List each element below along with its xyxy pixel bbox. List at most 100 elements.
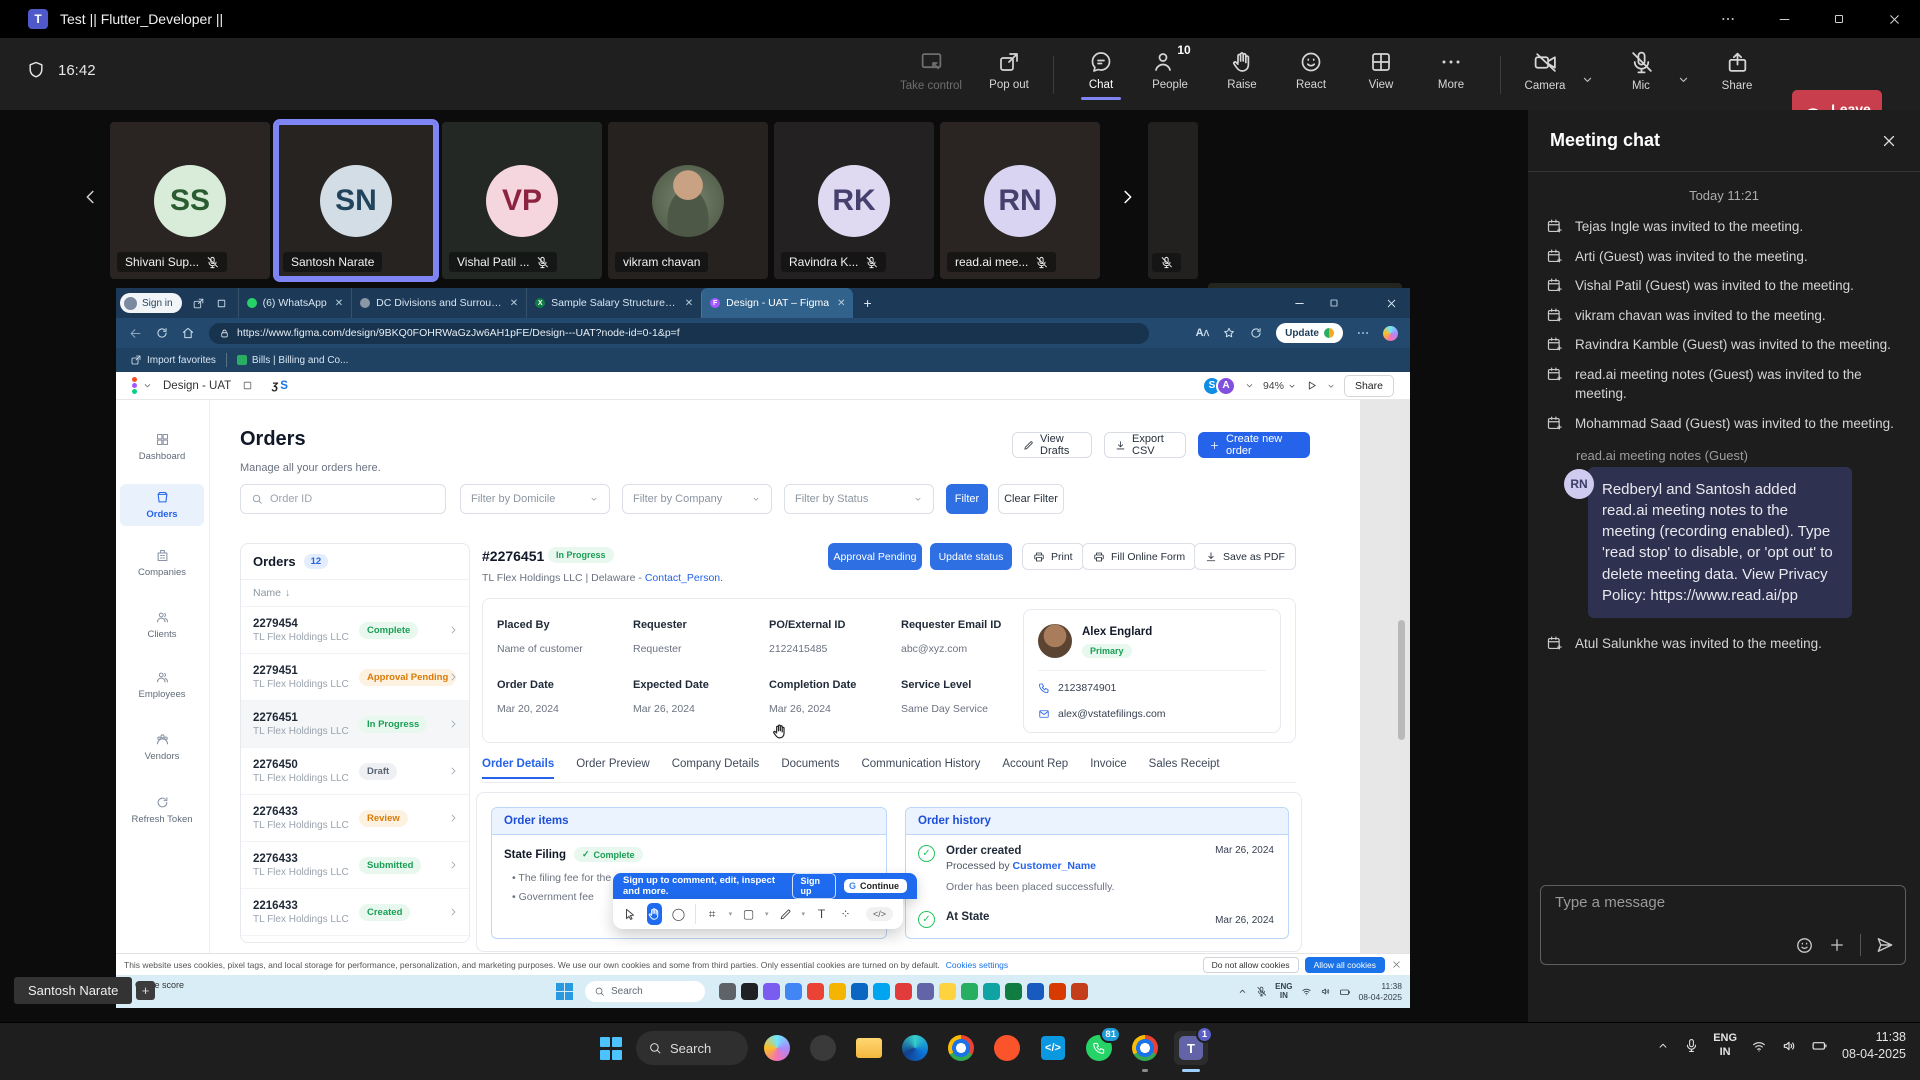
browser-maximize-icon[interactable] (1328, 297, 1340, 309)
volume-icon[interactable] (1781, 1038, 1797, 1054)
chat-message-list[interactable]: Today 11:21 Tejas Ingle was invited to t… (1528, 180, 1920, 880)
create-new-order-button[interactable]: Create new order (1198, 432, 1310, 458)
language-indicator[interactable]: ENGIN (1275, 983, 1292, 1001)
update-status-button[interactable]: Update status (930, 543, 1012, 570)
shared-app-icon[interactable] (1071, 983, 1088, 1000)
export-csv-button[interactable]: Export CSV (1104, 432, 1186, 458)
more-button[interactable]: More (1414, 50, 1488, 91)
chrome-2-icon[interactable] (1128, 1031, 1162, 1065)
clear-filter-button[interactable]: Clear Filter (998, 484, 1064, 514)
order-row[interactable]: 2276451 TL Flex Holdings LLC In Progress (241, 701, 469, 748)
comment-tool-icon[interactable]: ◯ (671, 903, 686, 925)
shared-app-icon[interactable] (785, 983, 802, 1000)
browser-tab[interactable]: F Design - UAT – Figma ✕ (701, 288, 853, 318)
tray-chevron-icon[interactable] (1237, 986, 1248, 997)
approval-pending-button[interactable]: Approval Pending (828, 543, 922, 570)
shared-search-box[interactable]: Search (585, 981, 705, 1002)
url-field[interactable]: https://www.figma.com/design/9BKQ0FOHRWa… (209, 323, 1149, 344)
browser-signin-button[interactable]: Sign in (120, 293, 182, 313)
back-icon[interactable] (128, 326, 143, 341)
view-drafts-button[interactable]: View Drafts (1012, 432, 1092, 458)
shared-app-icon[interactable] (961, 983, 978, 1000)
scroll-right-button[interactable] (1116, 186, 1138, 213)
settings-more-icon[interactable] (1356, 326, 1370, 340)
tab-close-icon[interactable]: ✕ (837, 298, 845, 309)
present-play-icon[interactable] (1305, 379, 1318, 392)
window-more-icon[interactable] (1705, 0, 1751, 38)
home-icon[interactable] (181, 326, 195, 340)
mic-options-chevron-icon[interactable] (1676, 72, 1691, 92)
shield-app-icon[interactable] (806, 1031, 840, 1065)
cookie-close-icon[interactable] (1391, 959, 1402, 970)
sidebar-item-orders[interactable]: Orders (120, 484, 204, 526)
vscode-icon[interactable]: </> (1036, 1031, 1070, 1065)
window-maximize-icon[interactable] (1816, 0, 1862, 38)
shared-app-icon[interactable] (917, 983, 934, 1000)
brave-icon[interactable] (990, 1031, 1024, 1065)
whatsapp-icon[interactable]: 81 (1082, 1031, 1116, 1065)
workspaces-icon[interactable] (192, 297, 205, 310)
move-tool-icon[interactable] (623, 903, 638, 925)
sign-up-button[interactable]: Sign up (792, 873, 836, 899)
detail-tab[interactable]: Order Details (482, 758, 554, 779)
refresh-icon[interactable] (155, 326, 169, 340)
customer-name-link[interactable]: Customer_Name (1013, 860, 1096, 872)
shared-app-icon[interactable] (851, 983, 868, 1000)
volume-icon[interactable] (1320, 986, 1331, 997)
read-aloud-icon[interactable]: Aᐱ (1196, 327, 1209, 339)
language-indicator[interactable]: ENGIN (1713, 1032, 1737, 1060)
sidebar-item-companies[interactable]: Companies (120, 548, 204, 578)
scroll-left-button[interactable] (80, 186, 102, 213)
sidebar-item-clients[interactable]: Clients (120, 610, 204, 640)
chat-close-icon[interactable] (1880, 132, 1898, 150)
view-button[interactable]: View (1344, 50, 1418, 91)
zoom-select[interactable]: 94% (1263, 380, 1297, 392)
filter-status-select[interactable]: Filter by Status (784, 484, 934, 514)
order-id-search[interactable] (240, 484, 446, 514)
shared-app-icon[interactable] (895, 983, 912, 1000)
chat-button[interactable]: Chat (1064, 50, 1138, 100)
take-control-button[interactable]: Take control (894, 50, 968, 92)
attach-plus-icon[interactable] (1828, 936, 1846, 954)
print-button[interactable]: Print (1022, 543, 1084, 570)
shared-app-icon[interactable] (1049, 983, 1066, 1000)
browser-close-icon[interactable] (1385, 297, 1398, 310)
contact-email[interactable]: alex@vstatefilings.com (1038, 708, 1166, 720)
new-tab-button[interactable]: + (863, 295, 871, 311)
save-as-pdf-button[interactable]: Save as PDF (1194, 543, 1296, 570)
name-column-header[interactable]: Name↓ (241, 580, 469, 607)
shared-app-icon[interactable] (983, 983, 1000, 1000)
taskbar-clock[interactable]: 11:3808-04-2025 (1842, 1029, 1906, 1063)
tab-close-icon[interactable]: ✕ (510, 298, 518, 309)
detail-tab[interactable]: Account Rep (1002, 758, 1068, 779)
detail-tab[interactable]: Sales Receipt (1149, 758, 1220, 779)
text-tool-icon[interactable]: T (814, 903, 829, 925)
detail-tab[interactable]: Order Preview (576, 758, 650, 779)
filter-button[interactable]: Filter (946, 484, 988, 514)
browser-tab[interactable]: X Sample Salary Structure with calc ✕ (526, 288, 701, 318)
copilot-icon[interactable] (760, 1031, 794, 1065)
pages-icon[interactable] (241, 379, 254, 392)
wifi-icon[interactable] (1301, 986, 1312, 997)
hand-tool-icon[interactable] (647, 903, 662, 925)
teams-icon[interactable]: T 1 (1174, 1031, 1208, 1065)
canvas-scrollbar[interactable] (1398, 620, 1405, 740)
avatars-chevron-icon[interactable] (1244, 380, 1255, 391)
sidebar-item-employees[interactable]: Employees (120, 670, 204, 700)
browser-tab[interactable]: DC Divisions and Surroundings ✕ (351, 288, 526, 318)
order-row[interactable]: 2276433 TL Flex Holdings LLC Review (241, 795, 469, 842)
tab-close-icon[interactable]: ✕ (335, 298, 343, 309)
figma-menu-icon[interactable] (132, 377, 137, 394)
google-continue-button[interactable]: GContinue (844, 879, 907, 893)
browser-update-button[interactable]: Update (1276, 323, 1343, 343)
bookmark-bills[interactable]: Bills | Billing and Co... (237, 355, 349, 366)
order-row[interactable]: 2279451 TL Flex Holdings LLC Approval Pe… (241, 654, 469, 701)
participant-tile[interactable]: SS Shivani Sup... (110, 122, 270, 279)
vertical-tabs-icon[interactable] (215, 297, 228, 310)
camera-button[interactable]: Camera (1508, 50, 1582, 92)
detail-tab[interactable]: Invoice (1090, 758, 1126, 779)
raise-hand-button[interactable]: Raise (1205, 50, 1279, 91)
shared-clock[interactable]: 11:3808-04-2025 (1359, 981, 1402, 1001)
figma-share-button[interactable]: Share (1344, 375, 1394, 397)
message-input[interactable] (1555, 894, 1855, 928)
